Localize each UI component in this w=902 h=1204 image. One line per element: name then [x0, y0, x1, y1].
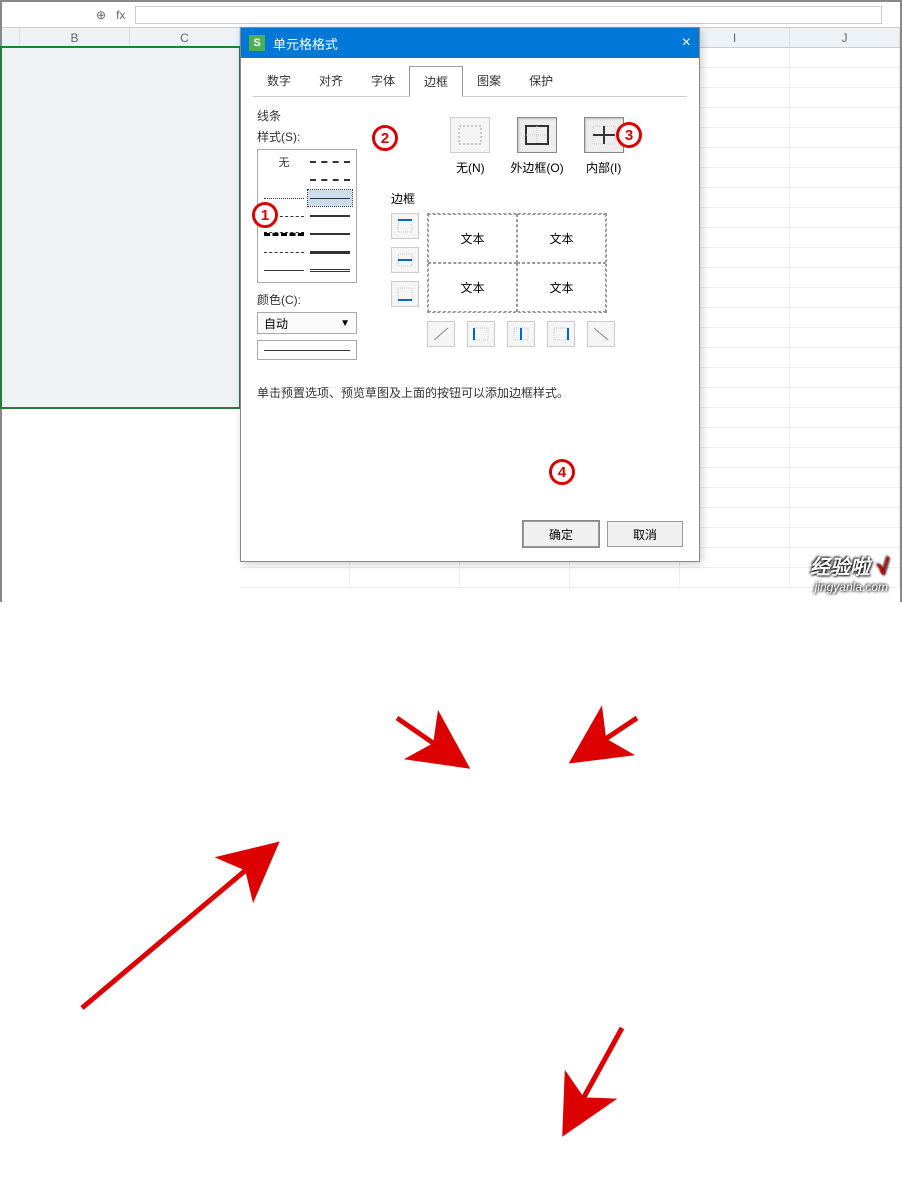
line-style-option[interactable] [308, 208, 352, 224]
tab-protect[interactable]: 保护 [515, 66, 567, 96]
tab-number[interactable]: 数字 [253, 66, 305, 96]
line-style-option[interactable] [262, 262, 306, 278]
preview-cell: 文本 [517, 263, 606, 312]
col-head[interactable]: B [20, 28, 130, 47]
line-style-option[interactable] [262, 208, 306, 224]
dialog-title: 单元格格式 [273, 34, 338, 53]
border-diag1-button[interactable] [427, 321, 455, 347]
tab-pattern[interactable]: 图案 [463, 66, 515, 96]
preset-none[interactable]: 无(N) [450, 117, 490, 176]
close-icon[interactable]: × [682, 34, 691, 52]
line-style-option[interactable] [308, 262, 352, 278]
titlebar[interactable]: S 单元格格式 × [241, 28, 699, 58]
preview-cell: 文本 [428, 263, 517, 312]
line-style-option-selected[interactable] [308, 190, 352, 206]
preset-inner-icon [592, 125, 616, 145]
border-diag2-button[interactable] [587, 321, 615, 347]
col-head[interactable]: C [130, 28, 240, 47]
border-top-button[interactable] [391, 213, 419, 239]
tab-align[interactable]: 对齐 [305, 66, 357, 96]
col-head[interactable] [2, 28, 20, 47]
ok-button[interactable]: 确定 [523, 521, 599, 547]
line-style-option[interactable] [262, 190, 306, 206]
border-bottom-button[interactable] [391, 281, 419, 307]
preset-none-icon [458, 125, 482, 145]
tab-border[interactable]: 边框 [409, 66, 463, 97]
zoom-icon[interactable]: ⊕ [96, 8, 106, 22]
color-dropdown[interactable]: 自动 ▼ [257, 312, 357, 334]
hint-text: 单击预置选项、预览草图及上面的按钮可以添加边框样式。 [257, 384, 683, 401]
line-style-option[interactable] [308, 226, 352, 242]
color-value: 自动 [264, 315, 288, 332]
cancel-button[interactable]: 取消 [607, 521, 683, 547]
line-style-box: 无 [257, 149, 357, 283]
line-style-option[interactable] [262, 244, 306, 260]
line-style-option[interactable] [308, 244, 352, 260]
cell-format-dialog: S 单元格格式 × 数字 对齐 字体 边框 图案 保护 线条 样式(S): 无 [240, 27, 700, 562]
chevron-down-icon: ▼ [340, 318, 350, 329]
tabs: 数字 对齐 字体 边框 图案 保护 [253, 66, 687, 97]
col-head[interactable]: J [790, 28, 900, 47]
line-style-option[interactable] [308, 154, 352, 170]
border-hmiddle-button[interactable] [391, 247, 419, 273]
border-left-button[interactable] [467, 321, 495, 347]
line-section-label: 线条 [257, 107, 377, 124]
preset-inner[interactable]: 内部(I) [584, 117, 624, 176]
tab-font[interactable]: 字体 [357, 66, 409, 96]
formula-input[interactable] [135, 6, 882, 24]
line-style-none[interactable]: 无 [262, 154, 306, 170]
line-style-option[interactable] [308, 172, 352, 188]
selection-range [2, 48, 240, 408]
border-right-button[interactable] [547, 321, 575, 347]
annotation-arrows [2, 608, 902, 1204]
style-label: 样式(S): [257, 128, 377, 145]
preset-outer[interactable]: 外边框(O) [510, 117, 563, 176]
border-vmiddle-button[interactable] [507, 321, 535, 347]
fx-icon[interactable]: fx [116, 8, 125, 22]
line-style-option[interactable] [262, 226, 306, 242]
preview-cell: 文本 [428, 214, 517, 263]
border-section-label: 边框 [391, 190, 683, 207]
app-icon: S [249, 35, 265, 51]
preset-outer-icon [525, 125, 549, 145]
border-preview[interactable]: 文本 文本 文本 文本 [427, 213, 607, 313]
preview-cell: 文本 [517, 214, 606, 263]
preset-area: 无(N) 外边框(O) 内部(I) [391, 117, 683, 176]
line-preview [257, 340, 357, 360]
formula-bar: ⊕ fx [2, 2, 900, 28]
color-label: 颜色(C): [257, 291, 377, 308]
line-style-option[interactable] [262, 172, 306, 188]
